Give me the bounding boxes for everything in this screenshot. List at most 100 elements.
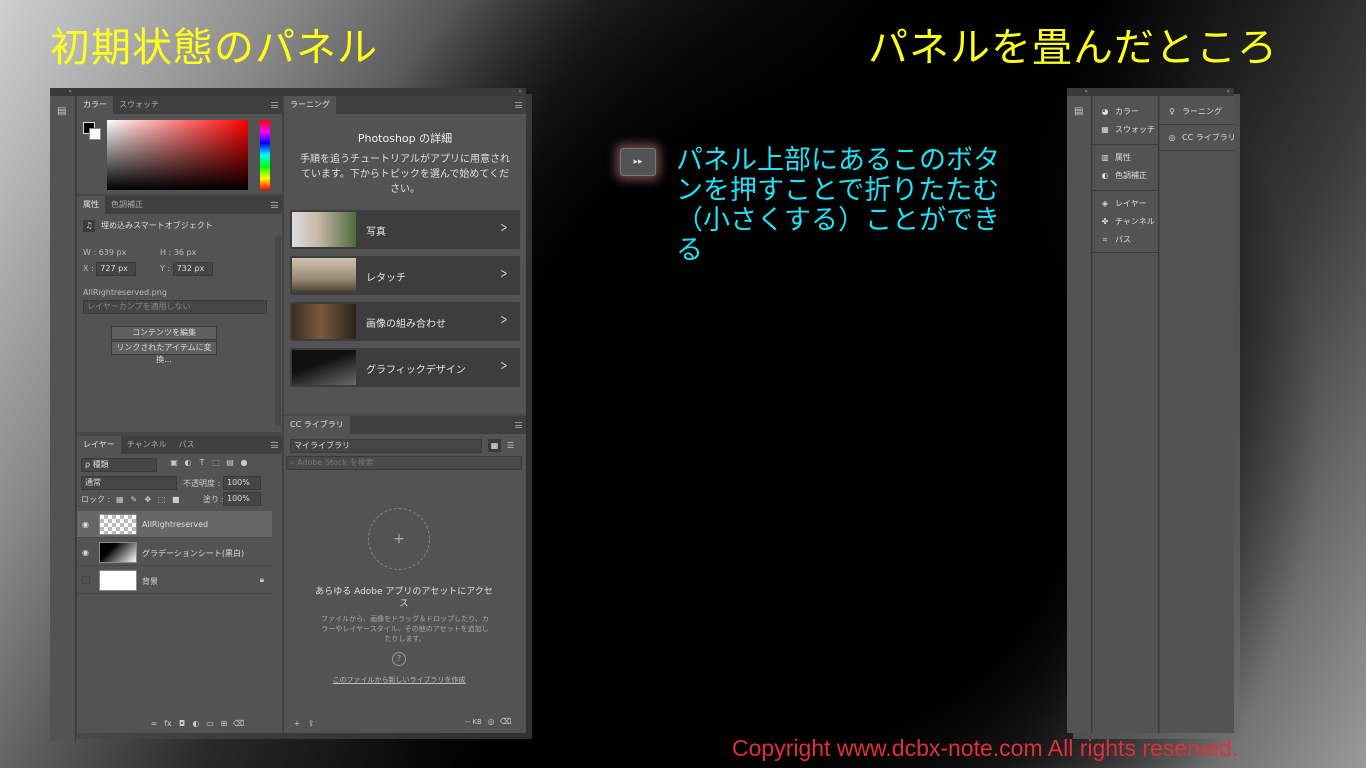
- lock-position-icon[interactable]: ✥: [143, 495, 153, 505]
- layer-name: 背景: [142, 577, 158, 586]
- smart-object-type-label: 埋め込みスマートオブジェクト: [101, 221, 213, 230]
- properties-panel-tabs: 属性 色調補正: [77, 196, 282, 214]
- add-icon[interactable]: +: [292, 719, 302, 729]
- visibility-empty-box[interactable]: [82, 576, 90, 584]
- collapse-button-demo[interactable]: ▸▸: [620, 148, 656, 176]
- tab-swatches[interactable]: スウォッチ: [113, 96, 165, 114]
- hue-slider[interactable]: [260, 120, 270, 190]
- lock-all-icon[interactable]: ■: [171, 495, 181, 505]
- panel-menu-icon[interactable]: [515, 422, 522, 428]
- layer-filter-kind[interactable]: ρ 種類: [81, 458, 157, 472]
- type-filter-icon[interactable]: T: [197, 458, 207, 468]
- add-asset-icon[interactable]: +: [368, 508, 430, 570]
- toolstrip-collapse-bar[interactable]: «: [1067, 88, 1092, 96]
- fill-label: 塗り :: [203, 495, 225, 504]
- tab-paths[interactable]: パス: [173, 436, 201, 454]
- image-filter-icon[interactable]: ▣: [169, 458, 179, 468]
- retouch-thumbnail: [292, 258, 356, 293]
- history-icon[interactable]: ▤: [1074, 106, 1091, 117]
- collapsed-channels[interactable]: ✤ チャンネル: [1099, 216, 1155, 227]
- opacity-field[interactable]: 100%: [223, 476, 261, 490]
- create-library-link[interactable]: このファイルから新しいライブラリを作成: [284, 675, 514, 685]
- panels-collapse-bar[interactable]: «: [1092, 88, 1234, 96]
- panel-menu-icon[interactable]: [271, 102, 278, 108]
- help-icon[interactable]: ?: [392, 652, 406, 666]
- collapsed-learning[interactable]: ♀ ラーニング: [1166, 106, 1222, 117]
- divider: [1093, 190, 1159, 191]
- edit-contents-button[interactable]: コンテンツを編集: [111, 326, 217, 340]
- color-icon: ◕: [1101, 107, 1109, 116]
- background-color-swatch[interactable]: [89, 128, 101, 140]
- grid-view-icon[interactable]: ▦: [488, 439, 501, 452]
- new-layer-icon[interactable]: ⊞: [219, 719, 229, 729]
- smart-object-type: ♫ 埋め込みスマートオブジェクト: [83, 220, 273, 232]
- filter-toggle-icon[interactable]: ●: [239, 458, 249, 468]
- eye-icon[interactable]: ◉: [82, 520, 89, 529]
- learning-item-photo[interactable]: 写真 >: [290, 210, 520, 249]
- cc-footer-left: + ⇪: [290, 719, 318, 729]
- learning-item-label: グラフィックデザイン: [366, 365, 466, 376]
- collapse-arrows-icon: «: [1226, 88, 1230, 95]
- toolstrip-collapse-bar[interactable]: «: [50, 88, 76, 96]
- panel-menu-icon[interactable]: [271, 202, 278, 208]
- lock-transparent-icon[interactable]: ▦: [115, 495, 125, 505]
- layer-comp-select[interactable]: レイヤーカンプを適用しない: [83, 300, 267, 314]
- link-layers-icon[interactable]: ∞: [149, 719, 159, 729]
- layer-row[interactable]: ◉ グラデーションシート(黒白): [77, 539, 272, 566]
- panel-menu-icon[interactable]: [271, 442, 278, 448]
- tab-channels[interactable]: チャンネル: [121, 436, 173, 454]
- eye-icon[interactable]: ◉: [82, 548, 89, 557]
- adjustment-filter-icon[interactable]: ◐: [183, 458, 193, 468]
- layer-row[interactable]: 背景 🔒︎: [77, 567, 272, 594]
- lock-row: ロック : ▦ ✎ ✥ ⬚ ■: [81, 494, 183, 505]
- y-field[interactable]: 732 px: [172, 262, 213, 276]
- new-adjustment-icon[interactable]: ◐: [191, 719, 201, 729]
- layer-row[interactable]: ◉ AllRightreserved: [77, 511, 272, 538]
- panel-menu-icon[interactable]: [515, 102, 522, 108]
- tab-cc-libraries[interactable]: CC ライブラリ: [284, 416, 350, 434]
- learning-item-retouch[interactable]: レタッチ >: [290, 256, 520, 295]
- chevron-right-icon: >: [500, 220, 508, 236]
- tab-adjustments[interactable]: 色調補正: [105, 196, 149, 214]
- stock-search-input[interactable]: ⌕ Adobe Stock を検索: [286, 456, 522, 470]
- history-icon[interactable]: ▤: [57, 106, 75, 117]
- properties-icon: ▥: [1101, 153, 1109, 162]
- upload-icon[interactable]: ⇪: [306, 719, 316, 729]
- convert-to-linked-button[interactable]: リンクされたアイテムに変換...: [111, 341, 217, 364]
- channels-icon: ✤: [1101, 217, 1109, 226]
- smart-filter-icon[interactable]: ▤: [225, 458, 235, 468]
- list-view-icon[interactable]: ☰: [504, 439, 517, 452]
- trash-icon[interactable]: ⌫: [233, 719, 244, 729]
- new-group-icon[interactable]: ▭: [205, 719, 215, 729]
- collapsed-layers[interactable]: ◈ レイヤー: [1099, 198, 1147, 209]
- lock-pixels-icon[interactable]: ✎: [129, 495, 139, 505]
- panel-column-2: ラーニング Photoshop の詳細 手順を追うチュートリアルがアプリに用意さ…: [284, 96, 526, 733]
- shape-filter-icon[interactable]: ⬚: [211, 458, 221, 468]
- collapsed-properties[interactable]: ▥ 属性: [1099, 152, 1131, 163]
- learning-item-compositing[interactable]: 画像の組み合わせ >: [290, 302, 520, 341]
- library-select[interactable]: マイライブラリ: [290, 439, 482, 453]
- blend-mode-select[interactable]: 通常: [81, 476, 177, 490]
- collapsed-adjustments[interactable]: ◐ 色調補正: [1099, 170, 1148, 181]
- color-field[interactable]: [107, 120, 248, 190]
- properties-scrollbar[interactable]: [275, 236, 281, 426]
- tab-color[interactable]: カラー: [77, 96, 113, 114]
- x-field[interactable]: 727 px: [96, 262, 137, 276]
- learning-item-graphic-design[interactable]: グラフィックデザイン >: [290, 348, 520, 387]
- creative-cloud-icon[interactable]: ◎: [486, 717, 496, 727]
- trash-icon[interactable]: ⌫: [500, 717, 511, 727]
- tab-learning[interactable]: ラーニング: [284, 96, 336, 114]
- add-mask-icon[interactable]: ◘: [177, 719, 187, 729]
- tab-layers[interactable]: レイヤー: [77, 436, 121, 454]
- lock-artboard-icon[interactable]: ⬚: [157, 495, 167, 505]
- tab-properties[interactable]: 属性: [77, 196, 105, 214]
- collapsed-cc-libraries[interactable]: ◎ CC ライブラリ: [1166, 132, 1236, 143]
- collapse-arrows-icon: «: [1084, 88, 1088, 95]
- fill-field[interactable]: 100%: [223, 492, 261, 506]
- fx-icon[interactable]: fx: [163, 719, 173, 729]
- collapsed-color[interactable]: ◕ カラー: [1099, 106, 1140, 117]
- collapsed-paths[interactable]: ⌗ パス: [1099, 234, 1131, 245]
- library-size: -- KB: [465, 718, 482, 726]
- collapsed-swatches[interactable]: ▦ スウォッチ: [1099, 124, 1155, 135]
- panels-collapse-bar[interactable]: «: [76, 88, 526, 96]
